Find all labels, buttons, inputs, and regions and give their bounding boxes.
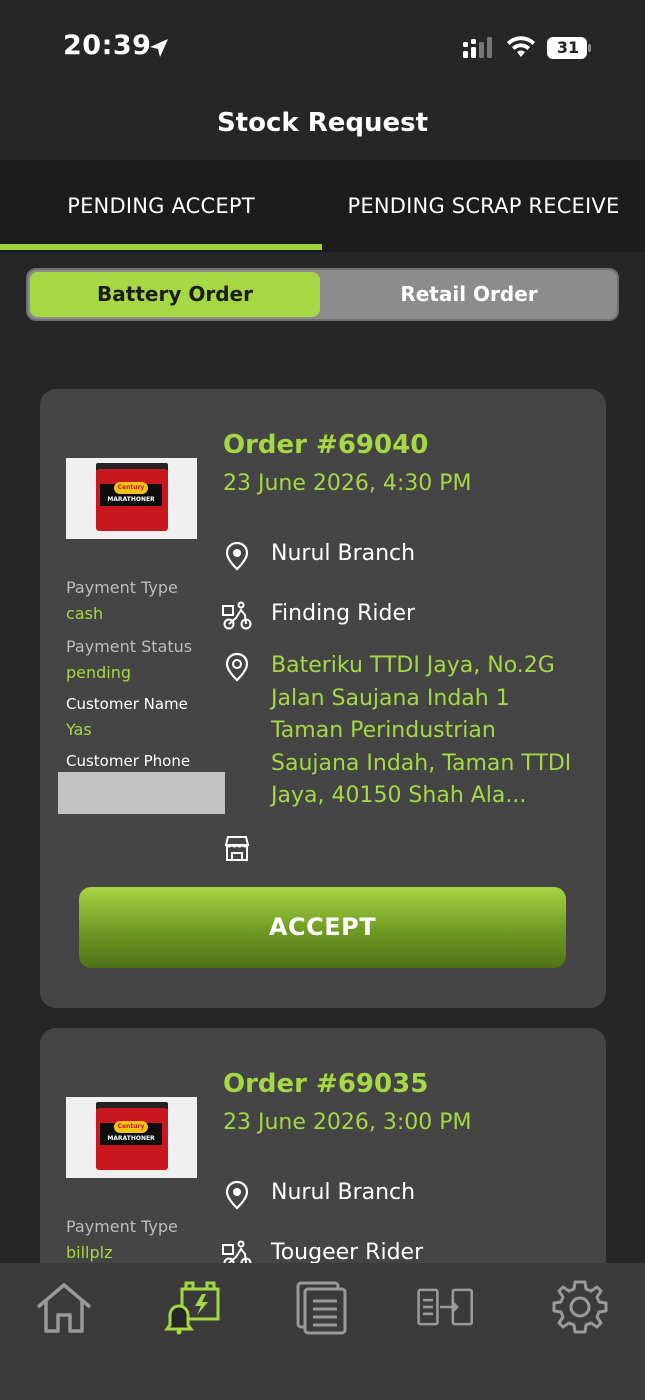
documents-icon[interactable] <box>292 1279 352 1335</box>
location-pin-icon <box>225 1180 249 1210</box>
order-type-segment: Battery Order Retail Order <box>26 268 619 321</box>
tab-bar: PENDING ACCEPT PENDING SCRAP RECEIVE <box>0 160 645 252</box>
brand-logo: Century <box>114 482 148 494</box>
bottom-navigation <box>0 1263 645 1400</box>
customer-phone-redacted <box>58 772 225 814</box>
customer-phone-label: Customer Phone <box>66 752 191 770</box>
location-arrow-icon <box>150 39 168 57</box>
payment-type-label: Payment Type <box>66 1217 178 1236</box>
branch-name: Nurul Branch <box>271 1180 416 1205</box>
customer-name-label: Customer Name <box>66 695 188 713</box>
accept-button[interactable]: ACCEPT <box>79 887 566 968</box>
order-number: Order #69035 <box>223 1069 429 1099</box>
order-date: 23 June 2026, 4:30 PM <box>223 471 472 496</box>
product-model: MARATHONER <box>107 1135 155 1142</box>
brand-logo: Century <box>114 1121 148 1133</box>
active-tab-indicator <box>0 244 322 250</box>
tab-pending-accept[interactable]: PENDING ACCEPT <box>0 160 322 252</box>
location-pin-icon <box>225 541 249 571</box>
app-screen: 20:39 31 Stock Request PENDING ACCEPT PE <box>0 0 645 1400</box>
branch-name: Nurul Branch <box>271 541 416 566</box>
payment-type-value: cash <box>66 604 104 623</box>
page-title: Stock Request <box>216 108 429 138</box>
wifi-icon <box>507 36 535 57</box>
product-model: MARATHONER <box>107 496 155 503</box>
address-pin-icon <box>225 652 249 682</box>
shop-icon <box>224 836 250 861</box>
product-image: Century MARATHONER <box>66 1097 197 1178</box>
payment-status-value: pending <box>66 663 132 682</box>
rider-status: Finding Rider <box>271 601 416 626</box>
tab-pending-scrap-receive[interactable]: PENDING SCRAP RECEIVE <box>322 160 645 252</box>
status-time: 20:39 <box>63 30 152 61</box>
battery-order-button[interactable]: Battery Order <box>30 272 320 317</box>
payment-status-label: Payment Status <box>66 637 193 656</box>
home-icon[interactable] <box>34 1279 94 1335</box>
payment-type-value: billplz <box>66 1243 113 1262</box>
product-image: Century MARATHONER <box>66 458 197 539</box>
customer-name-value: Yas <box>66 720 92 739</box>
transfer-icon[interactable] <box>416 1279 476 1335</box>
stock-request-icon[interactable] <box>164 1279 224 1335</box>
header: Stock Request <box>0 96 645 160</box>
settings-icon[interactable] <box>550 1279 610 1335</box>
rider-status: Tougeer Rider <box>271 1240 424 1265</box>
retail-order-button[interactable]: Retail Order <box>324 272 614 317</box>
delivery-address: Bateriku TTDI Jaya, No.2G Jalan Saujana … <box>271 653 572 808</box>
order-number: Order #69040 <box>223 430 429 460</box>
order-date: 23 June 2026, 3:00 PM <box>223 1110 472 1135</box>
cellular-signal-icon <box>463 37 492 58</box>
battery-level: 31 <box>556 38 580 57</box>
order-card: Century MARATHONER Payment Type cash Pay… <box>40 389 606 1008</box>
rider-icon <box>222 601 252 630</box>
payment-type-label: Payment Type <box>66 578 178 597</box>
status-bar: 20:39 31 <box>0 0 645 96</box>
